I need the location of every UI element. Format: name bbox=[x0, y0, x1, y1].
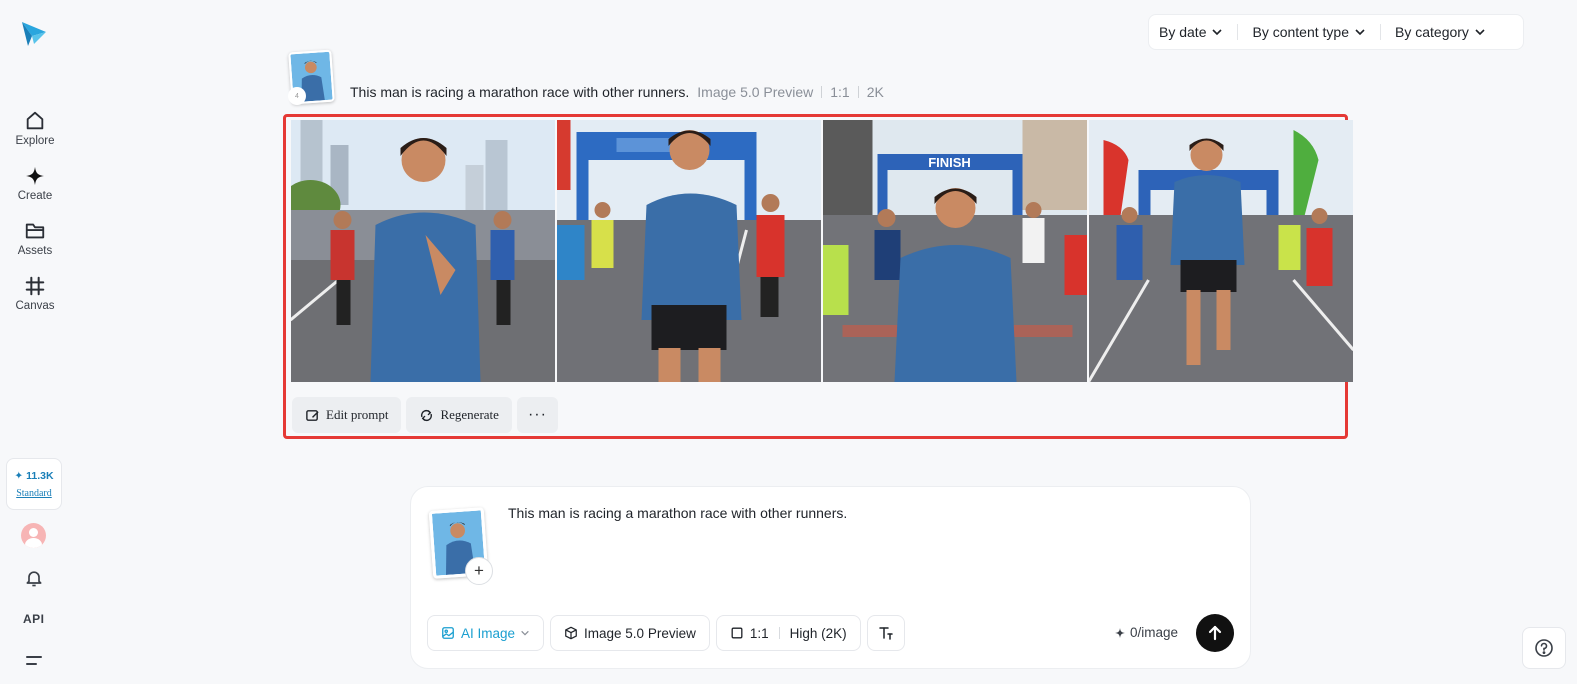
aspect-ratio-icon bbox=[731, 627, 743, 639]
sidebar: Explore Create Assets Canvas ✦ 11.3K Sta… bbox=[0, 0, 70, 684]
home-icon bbox=[26, 111, 44, 130]
send-button[interactable] bbox=[1196, 614, 1234, 652]
mode-label: AI Image bbox=[461, 625, 516, 641]
sidebar-item-assets[interactable]: Assets bbox=[0, 218, 70, 273]
avatar[interactable] bbox=[21, 523, 46, 548]
result-ratio: 1:1 bbox=[830, 84, 850, 100]
chevron-down-icon bbox=[1355, 29, 1365, 36]
grid-icon bbox=[25, 276, 45, 296]
filter-divider bbox=[1380, 24, 1381, 40]
generated-image-3[interactable]: FINISH bbox=[823, 120, 1087, 382]
toolbar-divider bbox=[778, 627, 780, 639]
sidebar-item-label: Canvas bbox=[15, 300, 55, 312]
folder-icon bbox=[25, 223, 45, 239]
sidebar-item-label: Explore bbox=[15, 135, 55, 147]
ratio-label: 1:1 bbox=[749, 625, 769, 641]
plan-link[interactable]: Standard bbox=[16, 488, 52, 499]
regenerate-label: Regenerate bbox=[440, 407, 499, 422]
model-selector[interactable]: Image 5.0 Preview bbox=[550, 615, 710, 651]
sparkle-icon bbox=[1115, 627, 1125, 638]
sidebar-item-explore[interactable]: Explore bbox=[0, 108, 70, 163]
edit-icon bbox=[306, 409, 319, 421]
ratio-quality-selector[interactable]: 1:1 High (2K) bbox=[715, 615, 861, 651]
add-image-button[interactable]: + bbox=[465, 557, 493, 585]
help-button[interactable] bbox=[1522, 627, 1566, 669]
arrow-up-icon bbox=[1208, 625, 1222, 641]
edit-prompt-label: Edit prompt bbox=[326, 407, 389, 422]
sidebar-item-canvas[interactable]: Canvas bbox=[0, 273, 70, 328]
filter-by-content-type[interactable]: By content type bbox=[1252, 24, 1366, 40]
filter-label: By content type bbox=[1252, 24, 1349, 40]
cube-icon bbox=[565, 626, 577, 640]
sidebar-item-label: Assets bbox=[17, 245, 53, 257]
result-resolution: 2K bbox=[866, 84, 884, 100]
filter-by-category[interactable]: By category bbox=[1395, 24, 1486, 40]
sparkle-icon bbox=[25, 166, 45, 186]
regenerate-button[interactable]: Regenerate bbox=[406, 397, 512, 433]
result-prompt-text: This man is racing a marathon race with … bbox=[350, 84, 690, 100]
filter-label: By date bbox=[1159, 24, 1207, 40]
mode-selector[interactable]: AI Image bbox=[427, 615, 545, 651]
credits-amount: ✦ 11.3K bbox=[14, 469, 54, 482]
sidebar-item-create[interactable]: Create bbox=[0, 163, 70, 218]
generation-result-card: FINISH Edit prompt Regenerate ··· bbox=[283, 114, 1353, 439]
result-actions: Edit prompt Regenerate ··· bbox=[292, 397, 558, 433]
chevron-down-icon bbox=[521, 630, 529, 636]
filter-label: By category bbox=[1395, 24, 1469, 40]
reference-image-thumbnail[interactable]: 4 bbox=[288, 49, 335, 105]
sidebar-item-label: Create bbox=[17, 190, 53, 202]
meta-divider bbox=[821, 86, 823, 98]
generated-image-2[interactable] bbox=[557, 120, 821, 382]
generated-image-grid: FINISH bbox=[291, 120, 1353, 382]
filter-divider bbox=[1237, 24, 1239, 40]
ai-image-icon bbox=[442, 627, 454, 639]
image-count-badge: 4 bbox=[288, 87, 306, 105]
meta-divider bbox=[857, 86, 859, 98]
result-prompt-line: This man is racing a marathon race with … bbox=[350, 84, 884, 100]
menu-icon[interactable] bbox=[26, 654, 42, 668]
result-model: Image 5.0 Preview bbox=[697, 84, 814, 100]
model-label: Image 5.0 Preview bbox=[584, 625, 696, 641]
chevron-down-icon bbox=[1212, 29, 1223, 36]
api-link[interactable]: API bbox=[23, 612, 45, 626]
generated-image-1[interactable] bbox=[291, 120, 555, 382]
chevron-down-icon bbox=[1475, 29, 1485, 36]
paper-plane-logo-icon[interactable] bbox=[20, 18, 48, 50]
composer-reference-image[interactable]: + bbox=[428, 507, 493, 585]
bell-icon[interactable] bbox=[24, 568, 44, 588]
generated-image-4[interactable] bbox=[1089, 120, 1353, 382]
composer-toolbar: AI Image Image 5.0 Preview 1:1 High (2K) bbox=[427, 615, 905, 651]
filter-bar: By date By content type By category bbox=[1148, 14, 1524, 50]
prompt-input[interactable]: This man is racing a marathon race with … bbox=[508, 505, 1208, 521]
edit-prompt-button[interactable]: Edit prompt bbox=[292, 397, 402, 433]
credit-cost: 0/image bbox=[1115, 625, 1178, 640]
more-options-button[interactable]: ··· bbox=[516, 397, 558, 433]
prompt-composer: + This man is racing a marathon race wit… bbox=[410, 486, 1251, 669]
finish-banner-text: FINISH bbox=[928, 155, 971, 170]
credits-badge[interactable]: ✦ 11.3K Standard bbox=[6, 458, 62, 510]
sidebar-nav: Explore Create Assets Canvas bbox=[0, 108, 70, 328]
question-icon bbox=[1535, 639, 1553, 657]
refresh-icon bbox=[421, 409, 433, 421]
filter-by-date[interactable]: By date bbox=[1159, 24, 1223, 40]
quality-label: High (2K) bbox=[789, 625, 847, 641]
text-format-icon bbox=[878, 627, 893, 640]
credit-cost-value: 0/image bbox=[1130, 625, 1179, 640]
text-style-button[interactable] bbox=[866, 615, 905, 651]
